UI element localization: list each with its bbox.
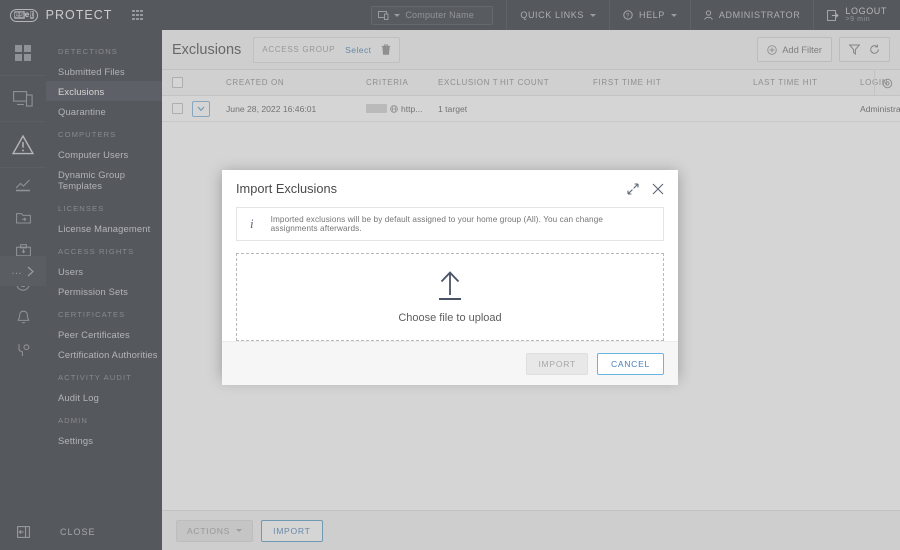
file-dropzone[interactable]: Choose file to upload [236,253,664,341]
dialog-cancel-button[interactable]: CANCEL [596,352,664,375]
dialog-title: Import Exclusions [236,181,337,196]
dialog-import-button[interactable]: IMPORT [526,352,588,375]
dropzone-label: Choose file to upload [398,312,502,324]
info-icon: i [250,216,254,231]
info-banner: i Imported exclusions will be by default… [236,207,664,241]
import-exclusions-dialog: Import Exclusions i Imported exclusions … [222,170,678,385]
info-banner-text: Imported exclusions will be by default a… [270,215,604,233]
dialog-header-icons [627,182,664,195]
upload-arrow-icon [439,271,461,301]
close-icon[interactable] [652,183,664,195]
dialog-header: Import Exclusions [222,170,678,207]
dialog-body: i Imported exclusions will be by default… [222,207,678,341]
dialog-footer: IMPORT CANCEL [222,341,678,385]
expand-icon[interactable] [627,182,639,195]
eset-protect-window: es e t PROTECT Computer Name QUICK LINKS… [0,0,900,550]
